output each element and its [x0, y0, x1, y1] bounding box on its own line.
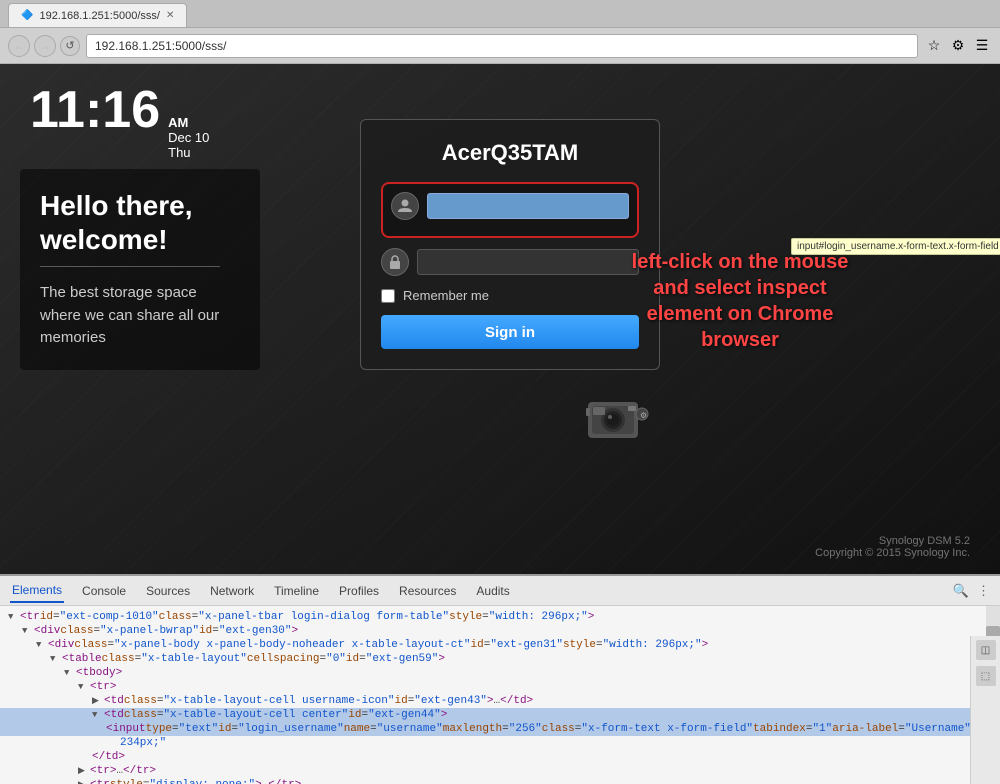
devtools-panel: Elements Console Sources Network Timelin… [0, 574, 1000, 784]
login-title: AcerQ35TAM [381, 140, 639, 166]
devtools-panel-icon-1[interactable]: ◫ [976, 640, 996, 660]
settings-icon[interactable]: ⚙ [948, 36, 968, 56]
welcome-text: The best storage space where we can shar… [40, 282, 240, 350]
devtools-settings-icon[interactable]: ⋮ [977, 583, 990, 599]
devtools-html-tree: <tr id="ext-comp-1010" class="x-panel-tb… [0, 606, 1000, 784]
devtools-tab-network[interactable]: Network [208, 580, 256, 602]
page-content: 11:16 AM Dec 10 Thu Hello there, welcome… [0, 64, 1000, 574]
code-line-12: <tr> … </tr> [0, 764, 980, 778]
password-row [381, 248, 639, 276]
browser-icons: ☆ ⚙ ☰ [924, 36, 992, 56]
browser-chrome: 🔷 192.168.1.251:5000/sss/ ✕ ← → ↺ 192.16… [0, 0, 1000, 64]
devtools-tab-timeline[interactable]: Timeline [272, 580, 321, 602]
devtools-toolbar: Elements Console Sources Network Timelin… [0, 576, 1000, 606]
tree-toggle[interactable] [78, 766, 90, 776]
top-left-info: 11:16 AM Dec 10 Thu [30, 84, 209, 160]
code-line-2: <div class="x-panel-bwrap" id="ext-gen30… [0, 624, 980, 638]
reload-button[interactable]: ↺ [60, 36, 80, 56]
user-icon [391, 192, 419, 220]
welcome-title: Hello there, welcome! [40, 189, 240, 256]
star-icon[interactable]: ☆ [924, 36, 944, 56]
tab-close-button[interactable]: ✕ [166, 10, 174, 21]
username-input[interactable] [427, 193, 629, 219]
time-ampm: AM [168, 115, 209, 130]
synology-brand: Synology DSM 5.2 Copyright © 2015 Synolo… [815, 535, 970, 559]
synology-line2: Copyright © 2015 Synology Inc. [815, 547, 970, 559]
code-line-5: <tbody> [0, 666, 980, 680]
menu-icon[interactable]: ☰ [972, 36, 992, 56]
tree-toggle[interactable] [64, 668, 76, 678]
code-line-1: <tr id="ext-comp-1010" class="x-panel-tb… [0, 610, 980, 624]
welcome-box: Hello there, welcome! The best storage s… [20, 169, 260, 370]
welcome-divider [40, 266, 220, 267]
devtools-search-icon[interactable]: 🔍 [953, 583, 969, 599]
code-line-7: <td class="x-table-layout-cell username-… [0, 694, 980, 708]
devtools-right-panel: ◫ ⬚ [970, 636, 1000, 784]
tab-favicon: 🔷 [21, 10, 33, 21]
tree-toggle[interactable] [50, 654, 62, 664]
code-line-11: </td> [0, 750, 980, 764]
browser-tab[interactable]: 🔷 192.168.1.251:5000/sss/ ✕ [8, 3, 187, 27]
tree-toggle[interactable] [92, 696, 104, 706]
devtools-tab-sources[interactable]: Sources [144, 580, 192, 602]
code-line-13: <tr style="display: none;" > … </tr> [0, 778, 980, 784]
time-details: AM Dec 10 Thu [168, 115, 209, 160]
instruction-text: left-click on the mouse and select inspe… [630, 249, 850, 353]
tree-toggle[interactable] [92, 710, 104, 720]
devtools-tab-console[interactable]: Console [80, 580, 128, 602]
code-line-6: <tr> [0, 680, 980, 694]
clock-time: 11:16 [30, 84, 160, 136]
svg-text:⚙: ⚙ [640, 411, 647, 420]
signin-button[interactable]: Sign in [381, 315, 639, 349]
tree-toggle[interactable] [78, 780, 90, 784]
tree-toggle[interactable] [36, 640, 48, 650]
devtools-content-wrapper: <tr id="ext-comp-1010" class="x-panel-tb… [0, 606, 1000, 784]
devtools-tab-profiles[interactable]: Profiles [337, 580, 381, 602]
forward-button[interactable]: → [34, 35, 56, 57]
code-line-4: <table class="x-table-layout" cellspacin… [0, 652, 980, 666]
devtools-tab-resources[interactable]: Resources [397, 580, 458, 602]
remember-checkbox[interactable] [381, 289, 395, 303]
time-display: 11:16 AM Dec 10 Thu [30, 84, 209, 160]
nav-buttons: ← → ↺ [8, 35, 80, 57]
code-line-9: <input type="text" id="login_username" n… [0, 722, 980, 736]
tab-title: 192.168.1.251:5000/sss/ [39, 10, 159, 22]
tree-toggle[interactable] [78, 682, 90, 692]
address-bar[interactable]: 192.168.1.251:5000/sss/ [86, 34, 918, 58]
tab-bar: 🔷 192.168.1.251:5000/sss/ ✕ [0, 0, 1000, 28]
username-highlight-box [381, 182, 639, 238]
code-line-3: <div class="x-panel-body x-panel-body-no… [0, 638, 980, 652]
login-panel: AcerQ35TAM input#login_username.x-form-t… [360, 119, 660, 370]
tree-toggle[interactable] [22, 626, 34, 636]
devtools-panel-icon-2[interactable]: ⬚ [976, 666, 996, 686]
back-button[interactable]: ← [8, 35, 30, 57]
browser-toolbar: ← → ↺ 192.168.1.251:5000/sss/ ☆ ⚙ ☰ [0, 28, 1000, 64]
signin-label: Sign in [485, 324, 535, 341]
code-line-10: 234px;" [0, 736, 980, 750]
date-line1: Dec 10 [168, 130, 209, 145]
address-text: 192.168.1.251:5000/sss/ [95, 39, 226, 53]
code-line-8: <td class="x-table-layout-cell center" i… [0, 708, 980, 722]
username-row [391, 192, 629, 220]
remember-me-row: Remember me [381, 288, 639, 303]
devtools-tab-elements[interactable]: Elements [10, 579, 64, 603]
remember-label: Remember me [403, 288, 489, 303]
lock-icon [381, 248, 409, 276]
date-line2: Thu [168, 145, 209, 160]
password-input[interactable] [417, 249, 639, 275]
tree-toggle[interactable] [8, 612, 20, 622]
synology-line1: Synology DSM 5.2 [815, 535, 970, 547]
camera-mascot: ⚙ [580, 384, 660, 449]
devtools-tab-audits[interactable]: Audits [474, 580, 511, 602]
devtools-right-icons: 🔍 ⋮ [953, 583, 990, 599]
